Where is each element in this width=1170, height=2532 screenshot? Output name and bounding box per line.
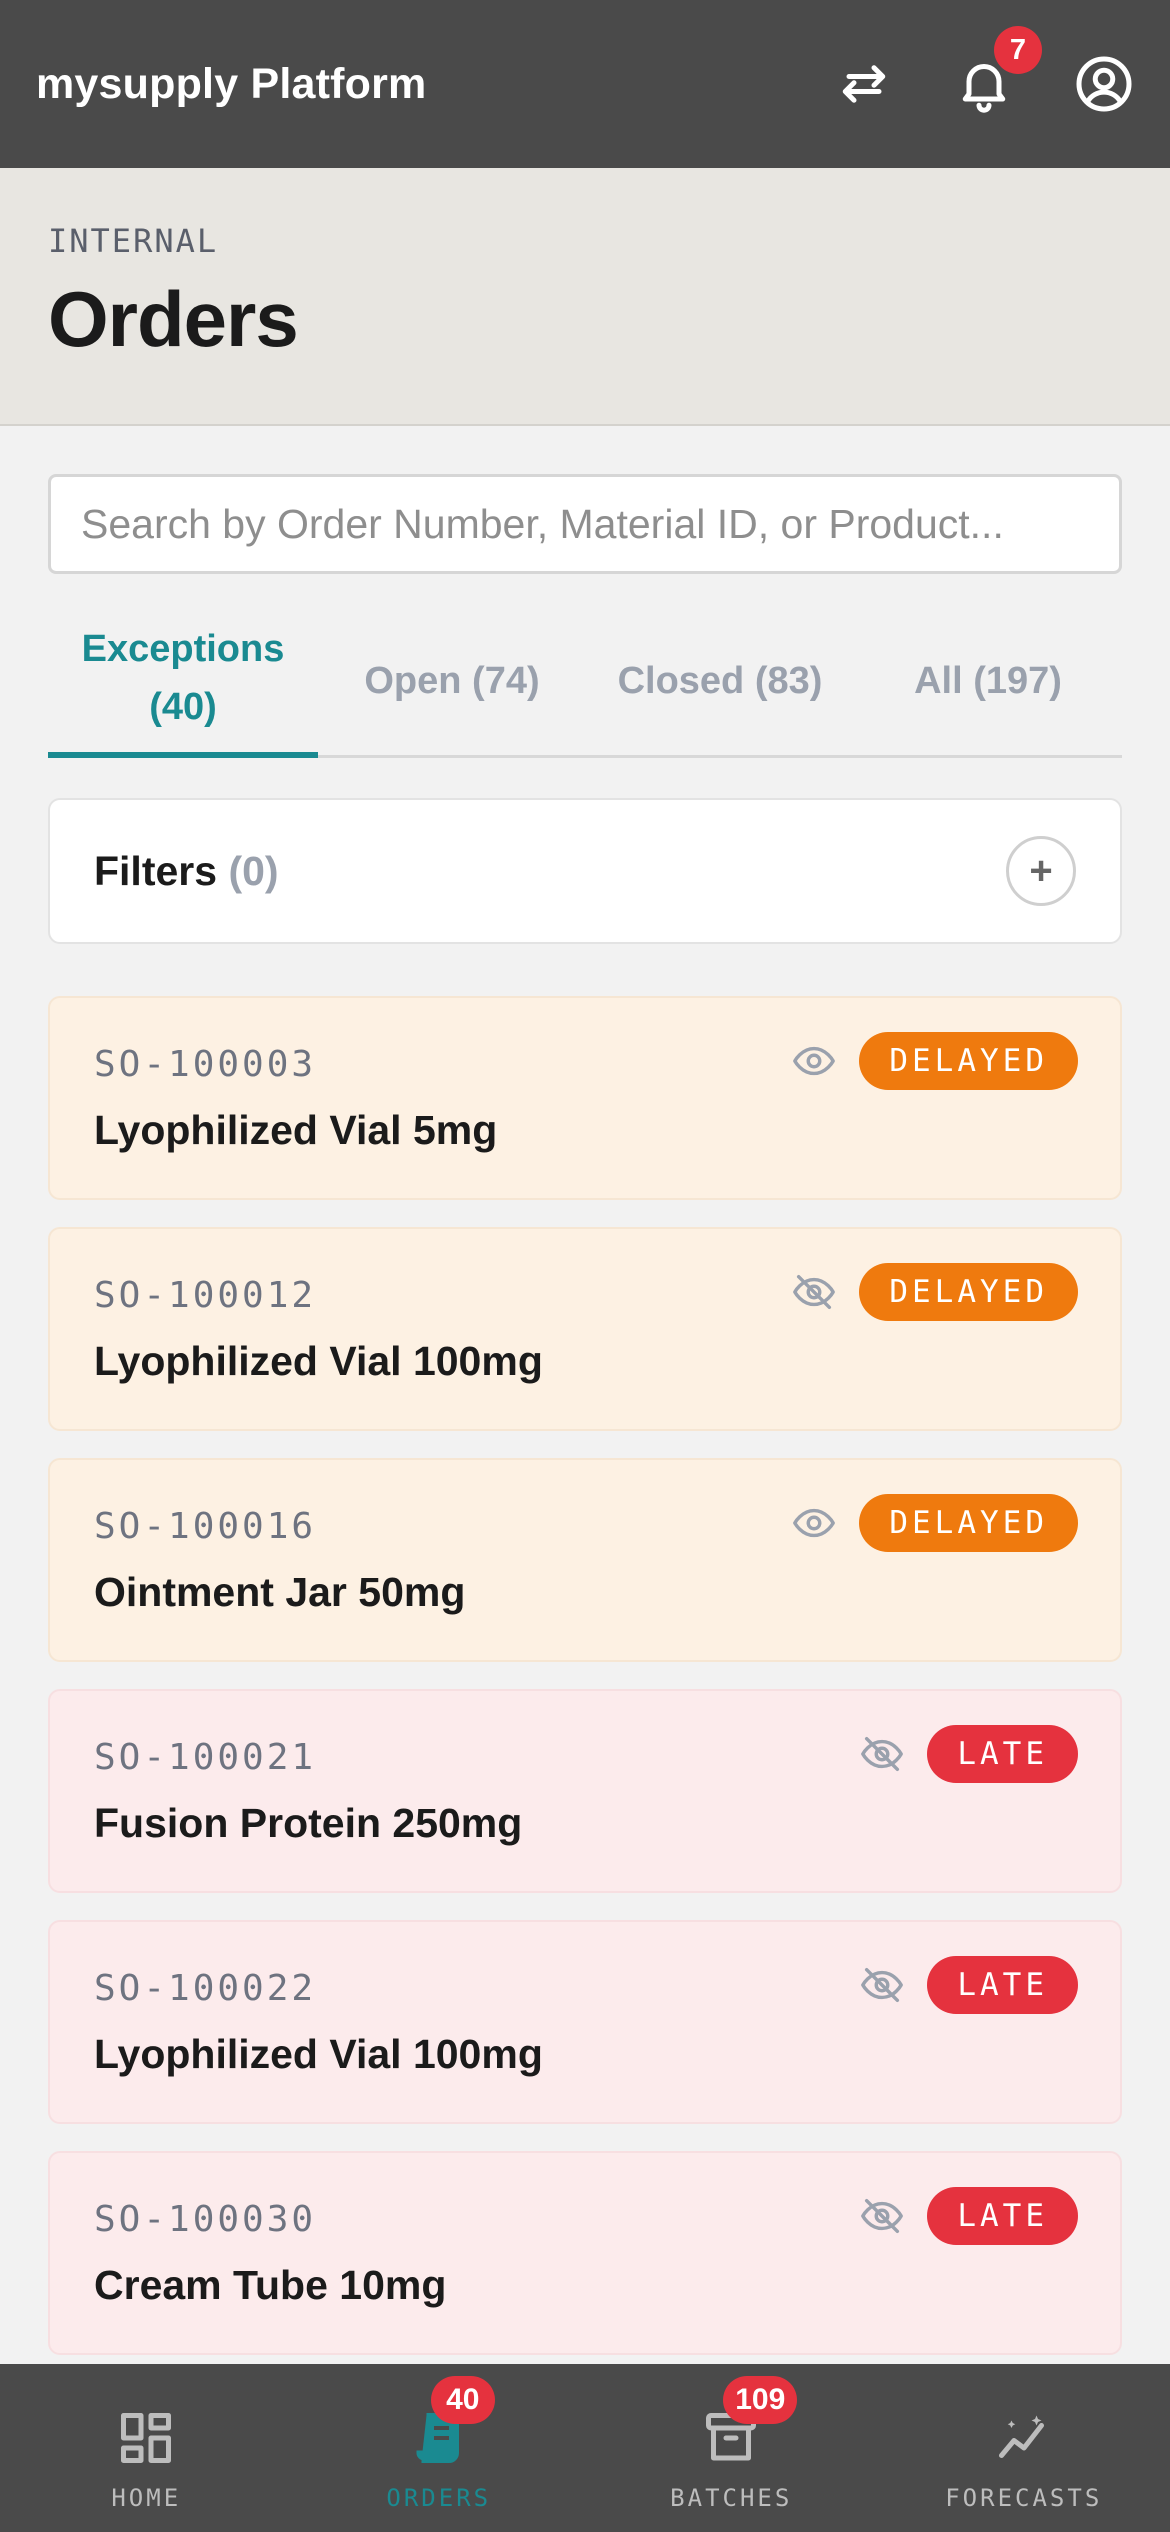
- filters-panel[interactable]: Filters (0) +: [48, 798, 1122, 944]
- trend-chart-icon: [994, 2408, 1054, 2468]
- nav-item-orders[interactable]: 40 ORDERS: [293, 2364, 586, 2532]
- eye-icon[interactable]: [791, 1038, 837, 1084]
- order-card[interactable]: SO-100016 Ointment Jar 50mg DELAYED: [48, 1458, 1122, 1662]
- main-content: Exceptions (40) Open (74) Closed (83) All…: [48, 474, 1122, 2382]
- nav-label: FORECASTS: [945, 2484, 1103, 2512]
- order-product: Cream Tube 10mg: [94, 2262, 447, 2308]
- nav-label: ORDERS: [386, 2484, 492, 2512]
- status-badge: DELAYED: [859, 1494, 1078, 1552]
- orders-icon: 40: [409, 2376, 495, 2468]
- account-button[interactable]: [1074, 54, 1134, 114]
- tab-count: (83): [754, 660, 823, 702]
- app-title: mysupply Platform: [36, 59, 427, 108]
- order-product: Lyophilized Vial 5mg: [94, 1107, 498, 1153]
- order-card-meta: DELAYED: [791, 1032, 1078, 1090]
- order-card-meta: LATE: [859, 1956, 1078, 2014]
- status-badge: DELAYED: [859, 1032, 1078, 1090]
- app-bar: mysupply Platform 7: [0, 0, 1170, 168]
- status-badge: DELAYED: [859, 1263, 1078, 1321]
- order-card[interactable]: SO-100012 Lyophilized Vial 100mg DELAYED: [48, 1227, 1122, 1431]
- tab-label: Open: [364, 660, 462, 702]
- tab-label: Exceptions: [81, 628, 285, 670]
- order-card-meta: LATE: [859, 1725, 1078, 1783]
- nav-item-forecasts[interactable]: FORECASTS: [878, 2364, 1170, 2532]
- eye-off-icon[interactable]: [859, 1731, 905, 1777]
- add-filter-button[interactable]: +: [1006, 836, 1076, 906]
- order-tabs: Exceptions (40) Open (74) Closed (83) All…: [48, 610, 1122, 758]
- eye-icon[interactable]: [791, 1500, 837, 1546]
- order-product: Fusion Protein 250mg: [94, 1800, 523, 1846]
- order-product: Ointment Jar 50mg: [94, 1569, 466, 1615]
- order-card[interactable]: SO-100030 Cream Tube 10mg LATE: [48, 2151, 1122, 2355]
- tab-closed[interactable]: Closed (83): [586, 610, 854, 758]
- user-circle-icon: [1076, 56, 1132, 112]
- eye-off-icon[interactable]: [791, 1269, 837, 1315]
- tab-all[interactable]: All (197): [854, 610, 1122, 758]
- filters-label: Filters (0): [94, 848, 1006, 895]
- page-title: Orders: [48, 275, 299, 363]
- dashboard-icon: [116, 2408, 176, 2468]
- order-card-meta: DELAYED: [791, 1494, 1078, 1552]
- page-header: INTERNAL Orders: [0, 168, 1170, 426]
- tab-exceptions[interactable]: Exceptions (40): [48, 610, 318, 758]
- order-card-meta: LATE: [859, 2187, 1078, 2245]
- page-eyebrow: INTERNAL: [48, 222, 219, 260]
- batches-badge: 109: [723, 2376, 798, 2424]
- tab-label: Closed: [617, 660, 745, 702]
- archive-box-icon: 109: [701, 2376, 798, 2468]
- tab-open[interactable]: Open (74): [318, 610, 586, 758]
- filters-count: (0): [228, 847, 279, 894]
- orders-list: SO-100003 Lyophilized Vial 5mg DELAYED S…: [48, 996, 1122, 2355]
- order-card[interactable]: SO-100021 Fusion Protein 250mg LATE: [48, 1689, 1122, 1893]
- status-badge: LATE: [927, 1956, 1078, 2014]
- switch-icon[interactable]: [834, 54, 894, 114]
- notifications-button[interactable]: 7: [954, 26, 1042, 114]
- order-product: Lyophilized Vial 100mg: [94, 1338, 543, 1384]
- tab-label: All: [914, 660, 963, 702]
- notifications-badge: 7: [994, 26, 1042, 74]
- app-actions: 7: [834, 26, 1134, 114]
- eye-off-icon[interactable]: [859, 1962, 905, 2008]
- tab-count: (74): [472, 660, 540, 702]
- status-badge: LATE: [927, 1725, 1078, 1783]
- filters-title: Filters: [94, 847, 218, 894]
- order-card-meta: DELAYED: [791, 1263, 1078, 1321]
- nav-item-batches[interactable]: 109 BATCHES: [585, 2364, 878, 2532]
- order-card[interactable]: SO-100022 Lyophilized Vial 100mg LATE: [48, 1920, 1122, 2124]
- order-product: Lyophilized Vial 100mg: [94, 2031, 543, 2077]
- status-badge: LATE: [927, 2187, 1078, 2245]
- plus-icon: +: [1029, 848, 1053, 893]
- bottom-nav: HOME 40 ORDERS 109 BATCHES FORECASTS: [0, 2364, 1170, 2532]
- order-card[interactable]: SO-100003 Lyophilized Vial 5mg DELAYED: [48, 996, 1122, 1200]
- eye-off-icon[interactable]: [859, 2193, 905, 2239]
- nav-label: HOME: [111, 2484, 182, 2512]
- nav-label: BATCHES: [670, 2484, 793, 2512]
- tab-count: (197): [973, 660, 1062, 702]
- search-input[interactable]: [48, 474, 1122, 574]
- orders-badge: 40: [430, 2376, 495, 2424]
- tab-count: (40): [149, 686, 217, 728]
- nav-item-home[interactable]: HOME: [0, 2364, 293, 2532]
